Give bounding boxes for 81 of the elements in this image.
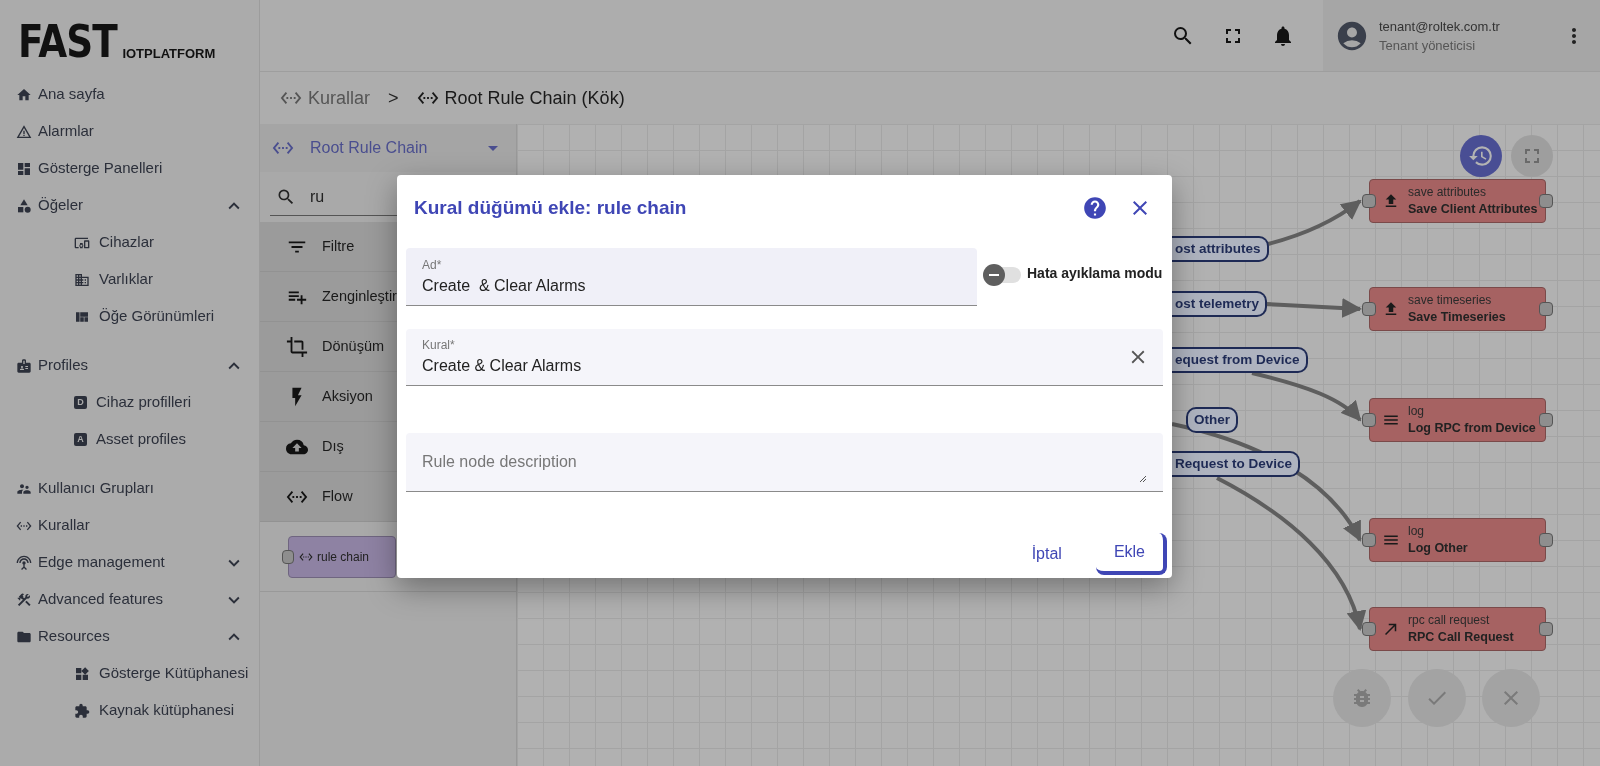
node-name: Save Client Attributes <box>1408 201 1538 218</box>
user-email: tenant@roltek.com.tr <box>1379 17 1501 36</box>
sidebar-item[interactable]: Ana sayfa <box>0 76 259 113</box>
node-name: Log Other <box>1408 540 1468 557</box>
building-icon <box>74 271 90 288</box>
letter-box-icon: A <box>74 433 87 446</box>
logo-text: FAST <box>18 24 117 60</box>
sidebar-item[interactable]: Alarmlar <box>0 113 259 150</box>
rule-select-field[interactable]: Kural* Create & Clear Alarms <box>406 329 1163 386</box>
node-type: save timeseries <box>1408 292 1493 309</box>
output-port[interactable] <box>1539 302 1553 316</box>
field-label: Ad* <box>422 256 443 274</box>
node-type: log <box>1408 403 1425 420</box>
node-type: log <box>1408 523 1425 540</box>
version-history-button[interactable] <box>1460 135 1502 177</box>
cancel-button[interactable]: İptal <box>1019 533 1074 575</box>
sidebar-item[interactable]: Öğeler <box>0 187 259 224</box>
link-label[interactable]: Other <box>1186 407 1238 433</box>
library-node[interactable]: rule chain <box>288 535 396 578</box>
sidebar-item[interactable]: Kurallar <box>0 507 259 544</box>
shapes-icon <box>16 197 32 214</box>
breadcrumb-link[interactable]: Root Rule Chain (Kök) <box>416 84 625 112</box>
sidebar-subitem[interactable]: Öğe Görünümleri <box>0 298 259 335</box>
sidebar-subitem[interactable]: Cihazlar <box>0 224 259 261</box>
node-type: rpc call request <box>1408 612 1491 629</box>
crop-icon <box>286 335 308 358</box>
user-menu[interactable]: tenant@roltek.com.tr Tenant yöneticisi <box>1323 0 1600 71</box>
sidebar-subitem[interactable]: Kaynak kütüphanesi <box>0 692 259 729</box>
toggle-label: Hata ayıklama modu <box>1027 264 1163 283</box>
link-label[interactable]: ost telemetry <box>1172 291 1268 317</box>
letter-box-icon: D <box>74 396 87 409</box>
help-icon[interactable] <box>1082 195 1108 221</box>
add-button[interactable]: Ekle <box>1095 533 1167 575</box>
input-port[interactable] <box>1362 622 1376 636</box>
sidebar-item[interactable]: Edge management <box>0 544 259 581</box>
description-field[interactable]: Rule node description <box>406 433 1163 492</box>
output-port[interactable] <box>1539 533 1553 547</box>
input-port[interactable] <box>1362 194 1376 208</box>
input-port[interactable] <box>1362 302 1376 316</box>
debug-toggle[interactable] <box>985 267 1021 283</box>
node-type: save attributes <box>1408 184 1488 201</box>
sidebar-item[interactable]: Gösterge Panelleri <box>0 150 259 187</box>
id-badge-icon <box>16 357 32 374</box>
node-name: RPC Call Request <box>1408 629 1514 646</box>
output-port[interactable] <box>1539 194 1553 208</box>
sidebar-item[interactable]: Resources <box>0 618 259 655</box>
sidebar-subitem[interactable]: D Cihaz profilleri <box>0 384 259 421</box>
warning-icon <box>16 123 32 140</box>
dashboard-icon <box>16 160 32 177</box>
output-port[interactable] <box>1539 622 1553 636</box>
user-role: Tenant yöneticisi <box>1379 36 1477 55</box>
node-name: Save Timeseries <box>1408 309 1506 326</box>
sidebar-subitem[interactable]: A Asset profiles <box>0 421 259 458</box>
output-port[interactable] <box>1539 413 1553 427</box>
home-icon <box>16 86 32 103</box>
logo-subtext: IOTPLATFORM <box>122 47 216 60</box>
tools-icon <box>16 591 32 608</box>
sidebar-item[interactable]: Profiles <box>0 347 259 384</box>
field-label: Kural* <box>422 337 456 354</box>
history-icon <box>1468 143 1494 169</box>
sidebar-subitem[interactable]: Varlıklar <box>0 261 259 298</box>
input-port[interactable] <box>1362 413 1376 427</box>
rule-chain-select[interactable]: Root Rule Chain <box>260 124 516 172</box>
antenna-icon <box>16 554 32 571</box>
link-label[interactable]: Request to Device <box>1172 451 1301 477</box>
input-port[interactable] <box>1362 533 1376 547</box>
sidebar-item[interactable]: Advanced features <box>0 581 259 618</box>
sidebar-subitem[interactable]: Gösterge Kütüphanesi <box>0 655 259 692</box>
resize-handle-icon[interactable] <box>1139 475 1147 483</box>
link-label[interactable]: ost attributes <box>1172 236 1269 262</box>
breadcrumb-link[interactable]: Kurallar <box>280 84 371 112</box>
node-name: Log RPC from Device <box>1408 420 1536 437</box>
dropdown-caret-icon <box>488 145 498 151</box>
puzzle-icon <box>74 702 90 719</box>
sidebar-item[interactable]: Kullanıcı Grupları <box>0 470 259 507</box>
widgets-icon <box>74 665 90 682</box>
input-port <box>282 549 294 564</box>
link-label[interactable]: equest from Device <box>1172 347 1308 373</box>
name-field[interactable]: Ad* Create & Clear Alarms <box>406 248 977 306</box>
breadcrumb-separator: > <box>388 86 399 110</box>
fullscreen-button[interactable] <box>1511 135 1553 177</box>
